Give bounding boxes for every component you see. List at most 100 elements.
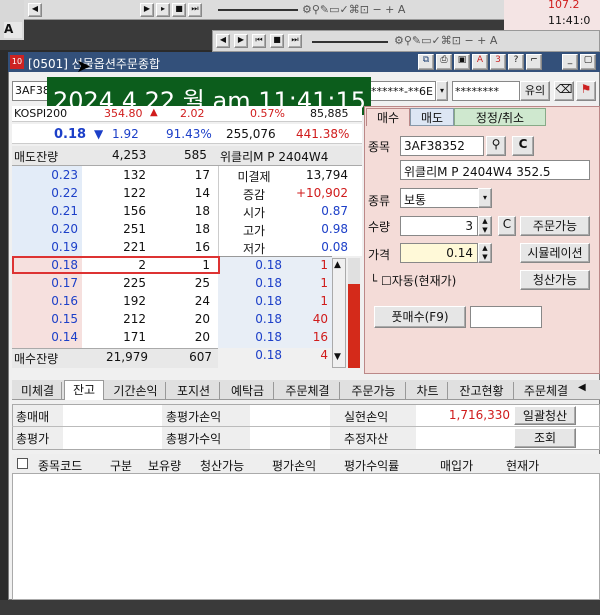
ask-price[interactable]: 0.21	[12, 204, 78, 218]
tab-period-pnl[interactable]: 기간손익	[106, 382, 166, 400]
ask-count: 14	[194, 186, 210, 200]
bid-total: 21,979	[106, 350, 148, 364]
confirm-button[interactable]: 유의	[520, 81, 550, 101]
qty-input[interactable]: 3	[400, 216, 478, 236]
liquidate-all-button[interactable]: 일괄청산	[514, 406, 576, 425]
password-input[interactable]: ********	[452, 81, 520, 101]
query-button[interactable]: 조회	[514, 428, 576, 448]
erase-icon[interactable]: ⌫	[554, 81, 574, 101]
summary-divider	[12, 426, 600, 427]
ask-price[interactable]: 0.22	[12, 186, 78, 200]
info-label: 증감	[242, 188, 266, 202]
info-label: 저가	[242, 242, 266, 256]
nav-fwd-button[interactable]: ▸	[156, 3, 170, 17]
title-btn-alert[interactable]: A	[472, 54, 488, 70]
timeline-slider-2[interactable]	[312, 41, 388, 43]
auto-price-checkbox[interactable]: └ ☐자동(현재가)	[370, 272, 456, 289]
title-btn-3[interactable]: 3	[490, 54, 506, 70]
ask-count: 16	[194, 240, 210, 254]
price-rate: 91.43%	[166, 127, 212, 141]
title-btn-link[interactable]: ⧉	[418, 54, 434, 70]
bid-price[interactable]: 0.16	[12, 294, 78, 308]
qty-stepper[interactable]: ▲ ▼	[478, 216, 492, 236]
title-btn-pin[interactable]: ⌐	[526, 54, 542, 70]
tab-orderable[interactable]: 주문가능	[342, 382, 406, 400]
submit-extra-input[interactable]	[470, 306, 542, 328]
tab-order-fills-2[interactable]: 주문체결	[516, 382, 576, 400]
info-value: 0.98	[321, 222, 348, 236]
title-btn-help[interactable]: ?	[508, 54, 524, 70]
search-icon[interactable]: ⚲	[486, 136, 506, 156]
current-price: 0.18	[54, 127, 87, 142]
bid-header: 매수잔량	[14, 352, 59, 366]
tab-balance-status[interactable]: 잔고현황	[450, 382, 514, 400]
price-input[interactable]: 0.14	[400, 243, 478, 263]
tab-deposit[interactable]: 예탁금	[222, 382, 274, 400]
nav-next-button[interactable]: ▶	[140, 3, 154, 17]
bid-price[interactable]: 0.18	[12, 258, 78, 272]
closable-button[interactable]: 청산가능	[520, 270, 590, 290]
tab-modify-cancel[interactable]: 정정/취소	[454, 108, 546, 126]
scroll-up-icon[interactable]: ▲	[334, 260, 341, 270]
ask-price[interactable]: 0.23	[12, 168, 78, 182]
ask-price[interactable]: 0.20	[12, 222, 78, 236]
account-input[interactable]: ******-**6E	[368, 81, 436, 101]
nav2-left-button[interactable]: ◀	[216, 34, 230, 48]
qty-c-button[interactable]: C	[498, 216, 516, 236]
title-btn-cam[interactable]: ▣	[454, 54, 470, 70]
ask-price[interactable]: 0.19	[12, 240, 78, 254]
bid-price[interactable]: 0.17	[12, 276, 78, 290]
index-volume: 85,885	[310, 107, 349, 120]
timeline-slider[interactable]	[218, 9, 298, 11]
bg-left-a[interactable]: A	[4, 22, 22, 38]
bid-qty: 225	[123, 276, 146, 290]
tab-position[interactable]: 포지션	[168, 382, 220, 400]
tick-qty: 16	[312, 330, 328, 344]
title-btn-maximize[interactable]: ▢	[580, 54, 596, 70]
col-eval-pnl: 평가손익	[272, 459, 317, 473]
bid-price[interactable]: 0.15	[12, 312, 78, 326]
nav2-next-button[interactable]: ▶	[234, 34, 248, 48]
nav2-prev-button[interactable]: ⏮	[252, 34, 266, 48]
nav-left-button[interactable]: ◀	[28, 3, 42, 17]
put-buy-submit-button[interactable]: 풋매수(F9)	[374, 306, 466, 328]
toolbar-icons-1[interactable]: ⚙⚲✎▭✓⌘⊡ − + A	[302, 3, 405, 16]
nav2-end-button[interactable]: ⏭	[288, 34, 302, 48]
select-all-checkbox[interactable]	[17, 458, 28, 469]
tab-unfilled[interactable]: 미체결	[14, 382, 62, 400]
ask-total: 4,253	[112, 148, 147, 162]
bid-count: 24	[194, 294, 210, 308]
nav-stop-button[interactable]: ■	[172, 3, 186, 17]
info-label: 시가	[242, 206, 266, 220]
nav-end-button[interactable]: ⏭	[188, 3, 202, 17]
bid-price[interactable]: 0.14	[12, 330, 78, 344]
col-holding: 보유량	[148, 459, 182, 473]
tab-chart[interactable]: 차트	[408, 382, 448, 400]
orderable-button[interactable]: 주문가능	[520, 216, 590, 236]
tab-balance[interactable]: 잔고	[64, 380, 104, 400]
item-code-input[interactable]: 3AF38352	[400, 136, 484, 156]
tab-order-fills[interactable]: 주문체결	[276, 382, 340, 400]
tab-buy[interactable]: 매수	[366, 108, 410, 126]
nav2-stop-button[interactable]: ■	[270, 34, 284, 48]
bid-total-count: 607	[189, 350, 212, 364]
code-input[interactable]: 3AF38	[12, 81, 52, 101]
type-dropdown-icon[interactable]: ▾	[478, 188, 492, 208]
scroll-down-icon[interactable]: ▼	[334, 352, 341, 362]
title-btn-minimize[interactable]: _	[562, 54, 578, 70]
price-stepper[interactable]: ▲ ▼	[478, 243, 492, 263]
item-lookup-icon[interactable]: C	[512, 136, 534, 156]
realized-pnl-value: 1,716,330	[448, 408, 510, 422]
type-select[interactable]: 보통	[400, 188, 480, 208]
info-value: 13,794	[306, 168, 348, 182]
tab-sell[interactable]: 매도	[410, 108, 454, 126]
col-closable: 청산가능	[200, 459, 245, 473]
toolbar-icons-2[interactable]: ⚙⚲✎▭✓⌘⊡ − + A	[394, 34, 497, 47]
account-dropdown-button[interactable]: ▾	[436, 81, 448, 101]
tabs-scroll-left-icon[interactable]: ◀	[578, 382, 586, 393]
estimated-assets-label: 추정자산	[344, 432, 389, 446]
index-name: KOSPI200	[14, 107, 68, 120]
chart-icon[interactable]: ⚑	[576, 81, 596, 101]
simulation-button[interactable]: 시뮬레이션	[520, 243, 590, 263]
title-btn-print[interactable]: ⎙	[436, 54, 452, 70]
